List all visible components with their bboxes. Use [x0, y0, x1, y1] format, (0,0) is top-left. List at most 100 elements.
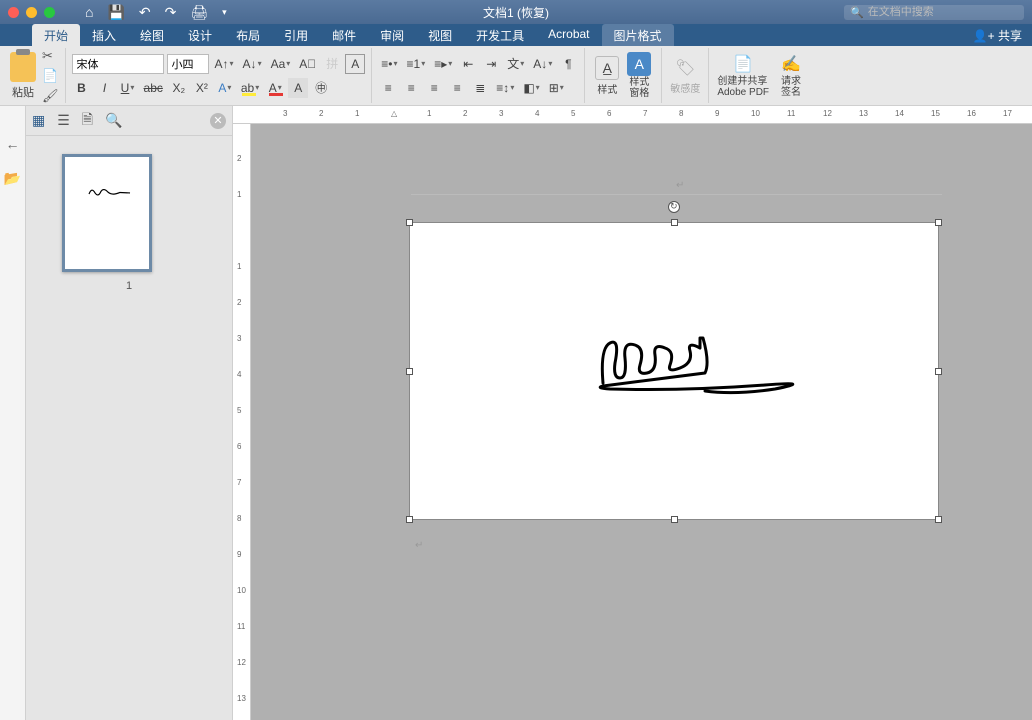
tab-references[interactable]: 引用: [272, 24, 320, 46]
maximize-window-button[interactable]: [44, 7, 55, 18]
tab-insert[interactable]: 插入: [80, 24, 128, 46]
resize-handle-se[interactable]: [935, 516, 942, 523]
highlight-color-button[interactable]: ab: [238, 78, 262, 98]
resize-handle-e[interactable]: [935, 368, 942, 375]
nav-outline-icon[interactable]: ☰: [57, 112, 70, 129]
tab-developer[interactable]: 开发工具: [464, 24, 536, 46]
close-window-button[interactable]: [8, 7, 19, 18]
content-area: ← 📂 ▦ ☰ 🗎 🔍 ✕ 1 32 1△ 12 34 56 78: [0, 106, 1032, 720]
nav-close-button[interactable]: ✕: [210, 113, 226, 129]
font-color-button[interactable]: A: [265, 78, 285, 98]
search-box[interactable]: 🔍: [844, 5, 1024, 20]
asian-layout-button[interactable]: 文: [504, 54, 527, 74]
strikethrough-button[interactable]: abc: [141, 78, 166, 98]
resize-handle-nw[interactable]: [406, 219, 413, 226]
align-center-button[interactable]: ≡: [401, 78, 421, 98]
increase-indent-button[interactable]: ⇥: [481, 54, 501, 74]
tab-picture-format[interactable]: 图片格式: [602, 24, 674, 46]
left-sidebar: ← 📂: [0, 106, 26, 720]
format-painter-icon[interactable]: 🖌: [42, 88, 59, 104]
tab-view[interactable]: 视图: [416, 24, 464, 46]
sensitivity-button[interactable]: 🏷 敏感度: [670, 57, 700, 95]
styles-group: A̲ 样式 A 样式 窗格: [585, 48, 662, 103]
distribute-button[interactable]: ≣: [470, 78, 490, 98]
clipboard-icon: [10, 52, 36, 82]
page-thumbnail[interactable]: [62, 154, 152, 272]
sidebar-back-icon[interactable]: ←: [6, 136, 20, 152]
justify-button[interactable]: ≡: [447, 78, 467, 98]
undo-icon[interactable]: ↶: [139, 4, 151, 21]
tab-draw[interactable]: 绘图: [128, 24, 176, 46]
tab-start[interactable]: 开始: [32, 24, 80, 46]
nav-panel-tabs: ▦ ☰ 🗎 🔍 ✕: [26, 106, 232, 136]
selected-image[interactable]: [409, 222, 939, 520]
resize-handle-sw[interactable]: [406, 516, 413, 523]
minimize-window-button[interactable]: [26, 7, 37, 18]
tab-acrobat[interactable]: Acrobat: [536, 24, 601, 46]
enclose-characters-button[interactable]: ㊥: [311, 78, 331, 98]
paragraph-mark-2: ↵: [415, 540, 423, 551]
nav-results-icon[interactable]: 🗎: [82, 109, 93, 133]
italic-button[interactable]: I: [95, 78, 115, 98]
rotate-handle[interactable]: [668, 201, 680, 213]
home-icon[interactable]: ⌂: [85, 4, 93, 20]
paste-button[interactable]: 粘贴: [10, 52, 36, 100]
decrease-indent-button[interactable]: ⇤: [458, 54, 478, 74]
resize-handle-w[interactable]: [406, 368, 413, 375]
tab-review[interactable]: 审阅: [368, 24, 416, 46]
window-controls: [8, 7, 55, 18]
resize-handle-n[interactable]: [671, 219, 678, 226]
customize-qat-icon[interactable]: ▾: [222, 7, 227, 18]
clear-formatting-button[interactable]: A⃠: [296, 54, 319, 74]
share-button[interactable]: 👤+ 共享: [963, 24, 1032, 46]
sidebar-folder-icon[interactable]: 📂: [4, 170, 21, 187]
create-pdf-button[interactable]: 📄 创建并共享 Adobe PDF: [717, 53, 769, 98]
decrease-font-button[interactable]: A↓: [240, 54, 265, 74]
character-border-button[interactable]: A: [345, 54, 365, 74]
resize-handle-s[interactable]: [671, 516, 678, 523]
character-shading-button[interactable]: A: [288, 78, 308, 98]
signature-icon: ✍: [779, 53, 803, 75]
subscript-button[interactable]: X₂: [169, 78, 189, 98]
search-input[interactable]: [868, 6, 1018, 18]
font-size-input[interactable]: [167, 54, 209, 74]
redo-icon[interactable]: ↷: [165, 4, 177, 21]
copy-icon[interactable]: 📄: [42, 68, 59, 84]
phonetic-guide-button[interactable]: 拼: [322, 54, 342, 74]
tab-layout[interactable]: 布局: [224, 24, 272, 46]
text-effects-button[interactable]: A: [215, 78, 235, 98]
line-spacing-button[interactable]: ≡↕: [493, 78, 517, 98]
vertical-ruler[interactable]: 21 12 34 56 78 910 1112 13: [233, 124, 251, 720]
nav-thumbnails-icon[interactable]: ▦: [32, 112, 45, 129]
print-icon[interactable]: 🖨: [190, 4, 208, 21]
bold-button[interactable]: B: [72, 78, 92, 98]
bullets-button[interactable]: ≡•: [378, 54, 400, 74]
tab-mail[interactable]: 邮件: [320, 24, 368, 46]
underline-button[interactable]: U: [118, 78, 138, 98]
font-name-input[interactable]: [72, 54, 164, 74]
sort-button[interactable]: A↓: [530, 54, 555, 74]
sensitivity-icon: 🏷: [673, 57, 697, 79]
save-icon[interactable]: 💾: [107, 4, 124, 21]
document-canvas[interactable]: ↵ ↵: [251, 124, 1032, 720]
align-right-button[interactable]: ≡: [424, 78, 444, 98]
show-marks-button[interactable]: ¶: [558, 54, 578, 74]
superscript-button[interactable]: X²: [192, 78, 212, 98]
tab-design[interactable]: 设计: [176, 24, 224, 46]
increase-font-button[interactable]: A↑: [212, 54, 237, 74]
styles-pane-button[interactable]: A 样式 窗格: [627, 52, 651, 99]
change-case-button[interactable]: Aa: [268, 54, 294, 74]
cut-icon[interactable]: ✂: [42, 48, 59, 64]
borders-button[interactable]: ⊞: [546, 78, 567, 98]
request-signature-button[interactable]: ✍ 请求 签名: [779, 53, 803, 98]
horizontal-ruler[interactable]: 32 1△ 12 34 56 78 910 1112 1314 1516 17: [233, 106, 1032, 124]
shading-button[interactable]: ◧: [520, 78, 542, 98]
multilevel-list-button[interactable]: ≡▸: [431, 54, 455, 74]
align-left-button[interactable]: ≡: [378, 78, 398, 98]
numbering-button[interactable]: ≡1: [404, 54, 429, 74]
thumbnail-signature-preview: [85, 182, 136, 205]
nav-find-icon[interactable]: 🔍: [105, 112, 122, 129]
thumbnail-container: 1: [26, 136, 232, 310]
resize-handle-ne[interactable]: [935, 219, 942, 226]
styles-gallery-button[interactable]: A̲ 样式: [595, 56, 619, 96]
